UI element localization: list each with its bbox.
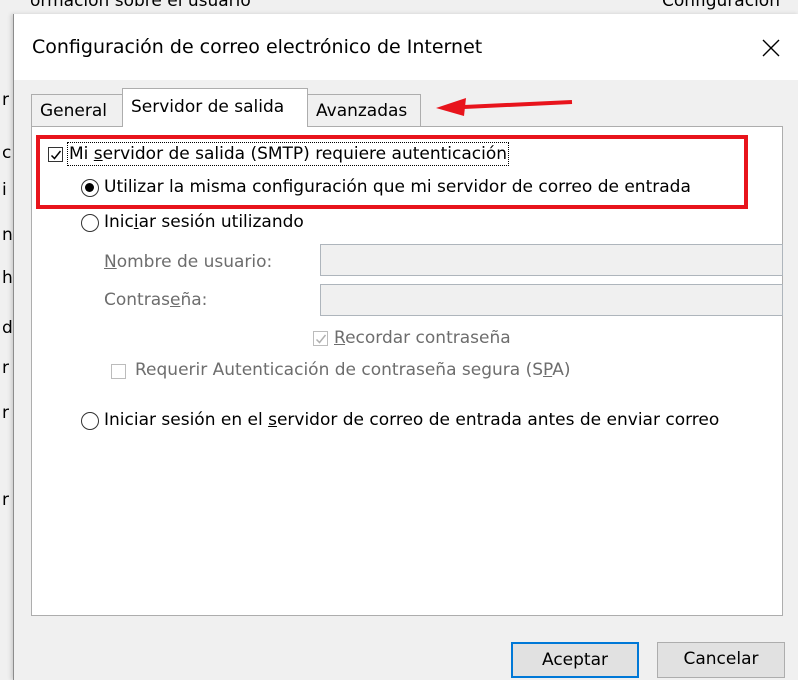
close-icon <box>762 39 780 57</box>
tab-avanzadas[interactable]: Avanzadas <box>307 94 421 126</box>
background-char: r <box>2 490 9 510</box>
background-char: i <box>2 180 7 200</box>
username-label: Nombre de usuario: <box>104 252 273 272</box>
background-char: h <box>2 268 13 288</box>
background-text-right: Configuracion <box>662 0 780 11</box>
radio-selected-dot <box>85 183 94 192</box>
background-char: c <box>2 143 12 163</box>
background-char: n <box>2 225 13 245</box>
background-text-left: ormacion sobre el usuario <box>30 0 251 11</box>
spa-checkbox[interactable] <box>111 364 126 379</box>
accept-button[interactable]: Aceptar <box>511 642 639 678</box>
username-field[interactable] <box>320 244 783 276</box>
radio-login-before-send[interactable] <box>81 412 99 430</box>
option-login-using-label[interactable]: Iniciar sesión utilizando <box>104 212 304 232</box>
option-same-config-label[interactable]: Utilizar la misma configuración que mi s… <box>104 177 691 197</box>
dialog-titlebar: Configuración de correo electrónico de I… <box>14 14 798 80</box>
dialog-title: Configuración de correo electrónico de I… <box>32 36 483 58</box>
spa-label[interactable]: Requerir Autenticación de contraseña seg… <box>135 360 570 380</box>
tab-servidor-de-salida[interactable]: Servidor de salida <box>122 88 308 127</box>
checkmark-icon <box>315 334 327 344</box>
option-login-before-send-label[interactable]: Iniciar sesión en el servidor de correo … <box>104 410 719 430</box>
radio-same-config[interactable] <box>81 179 99 197</box>
background-char: r <box>2 90 9 110</box>
background-char: r <box>2 403 9 423</box>
password-field[interactable] <box>320 284 783 316</box>
remember-password-checkbox[interactable] <box>313 331 328 346</box>
tab-general[interactable]: General <box>31 94 123 126</box>
smtp-auth-label[interactable]: Mi servidor de salida (SMTP) requiere au… <box>66 142 510 166</box>
close-button[interactable] <box>749 28 793 68</box>
annotation-arrow-icon <box>436 98 573 116</box>
remember-password-label[interactable]: Recordar contraseña <box>334 328 511 348</box>
password-label: Contraseña: <box>104 290 208 310</box>
radio-login-using[interactable] <box>81 214 99 232</box>
smtp-auth-checkbox[interactable] <box>48 147 63 162</box>
background-char: d <box>2 318 13 338</box>
background-char: r <box>2 358 9 378</box>
cancel-button[interactable]: Cancelar <box>657 642 785 678</box>
email-settings-dialog: Configuración de correo electrónico de I… <box>13 14 798 680</box>
checkmark-icon <box>50 150 62 160</box>
